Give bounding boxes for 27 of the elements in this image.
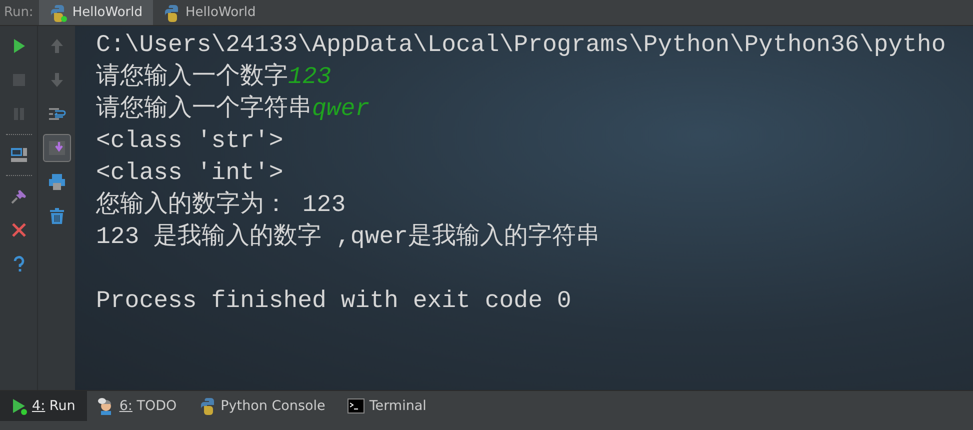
printer-icon bbox=[48, 173, 66, 191]
scroll-down-icon bbox=[48, 139, 66, 157]
console-line: 123 是我输入的数字 ,qwer是我输入的字符串 bbox=[96, 222, 600, 253]
tool-window-tab[interactable]: 4: Run bbox=[0, 391, 88, 421]
console-line: <class 'int'> bbox=[96, 159, 284, 189]
python-icon bbox=[198, 397, 217, 415]
console-line: 请您输入一个字符串qwer bbox=[96, 94, 370, 125]
tool-window-tab[interactable]: Terminal bbox=[337, 391, 438, 421]
run-tab[interactable]: HelloWorld bbox=[152, 0, 266, 25]
python-icon bbox=[162, 4, 181, 22]
run-tab[interactable]: HelloWorld bbox=[39, 0, 153, 25]
tool-window-tab[interactable]: 6: TODO bbox=[87, 391, 189, 421]
python-running-icon bbox=[49, 4, 68, 22]
trash-icon bbox=[48, 207, 66, 225]
run-icon bbox=[10, 397, 28, 415]
console-line: 您输入的数字为： 123 bbox=[96, 190, 346, 221]
console-line: Process finished with exit code 0 bbox=[96, 287, 572, 317]
layout-icon bbox=[10, 146, 28, 164]
pin-icon bbox=[10, 187, 28, 205]
scroll-down-button[interactable] bbox=[42, 134, 70, 162]
console-line: <class 'str'> bbox=[96, 127, 284, 157]
panel-label: Run: bbox=[3, 5, 34, 20]
console-line: C:\Users\24133\AppData\Local\Programs\Python\Python36\pytho bbox=[96, 31, 946, 61]
console-line: 请您输入一个数字123 bbox=[96, 62, 332, 93]
close-icon bbox=[10, 221, 28, 239]
terminal-icon bbox=[347, 397, 366, 415]
tool-window-tab[interactable]: Python Console bbox=[188, 391, 338, 421]
